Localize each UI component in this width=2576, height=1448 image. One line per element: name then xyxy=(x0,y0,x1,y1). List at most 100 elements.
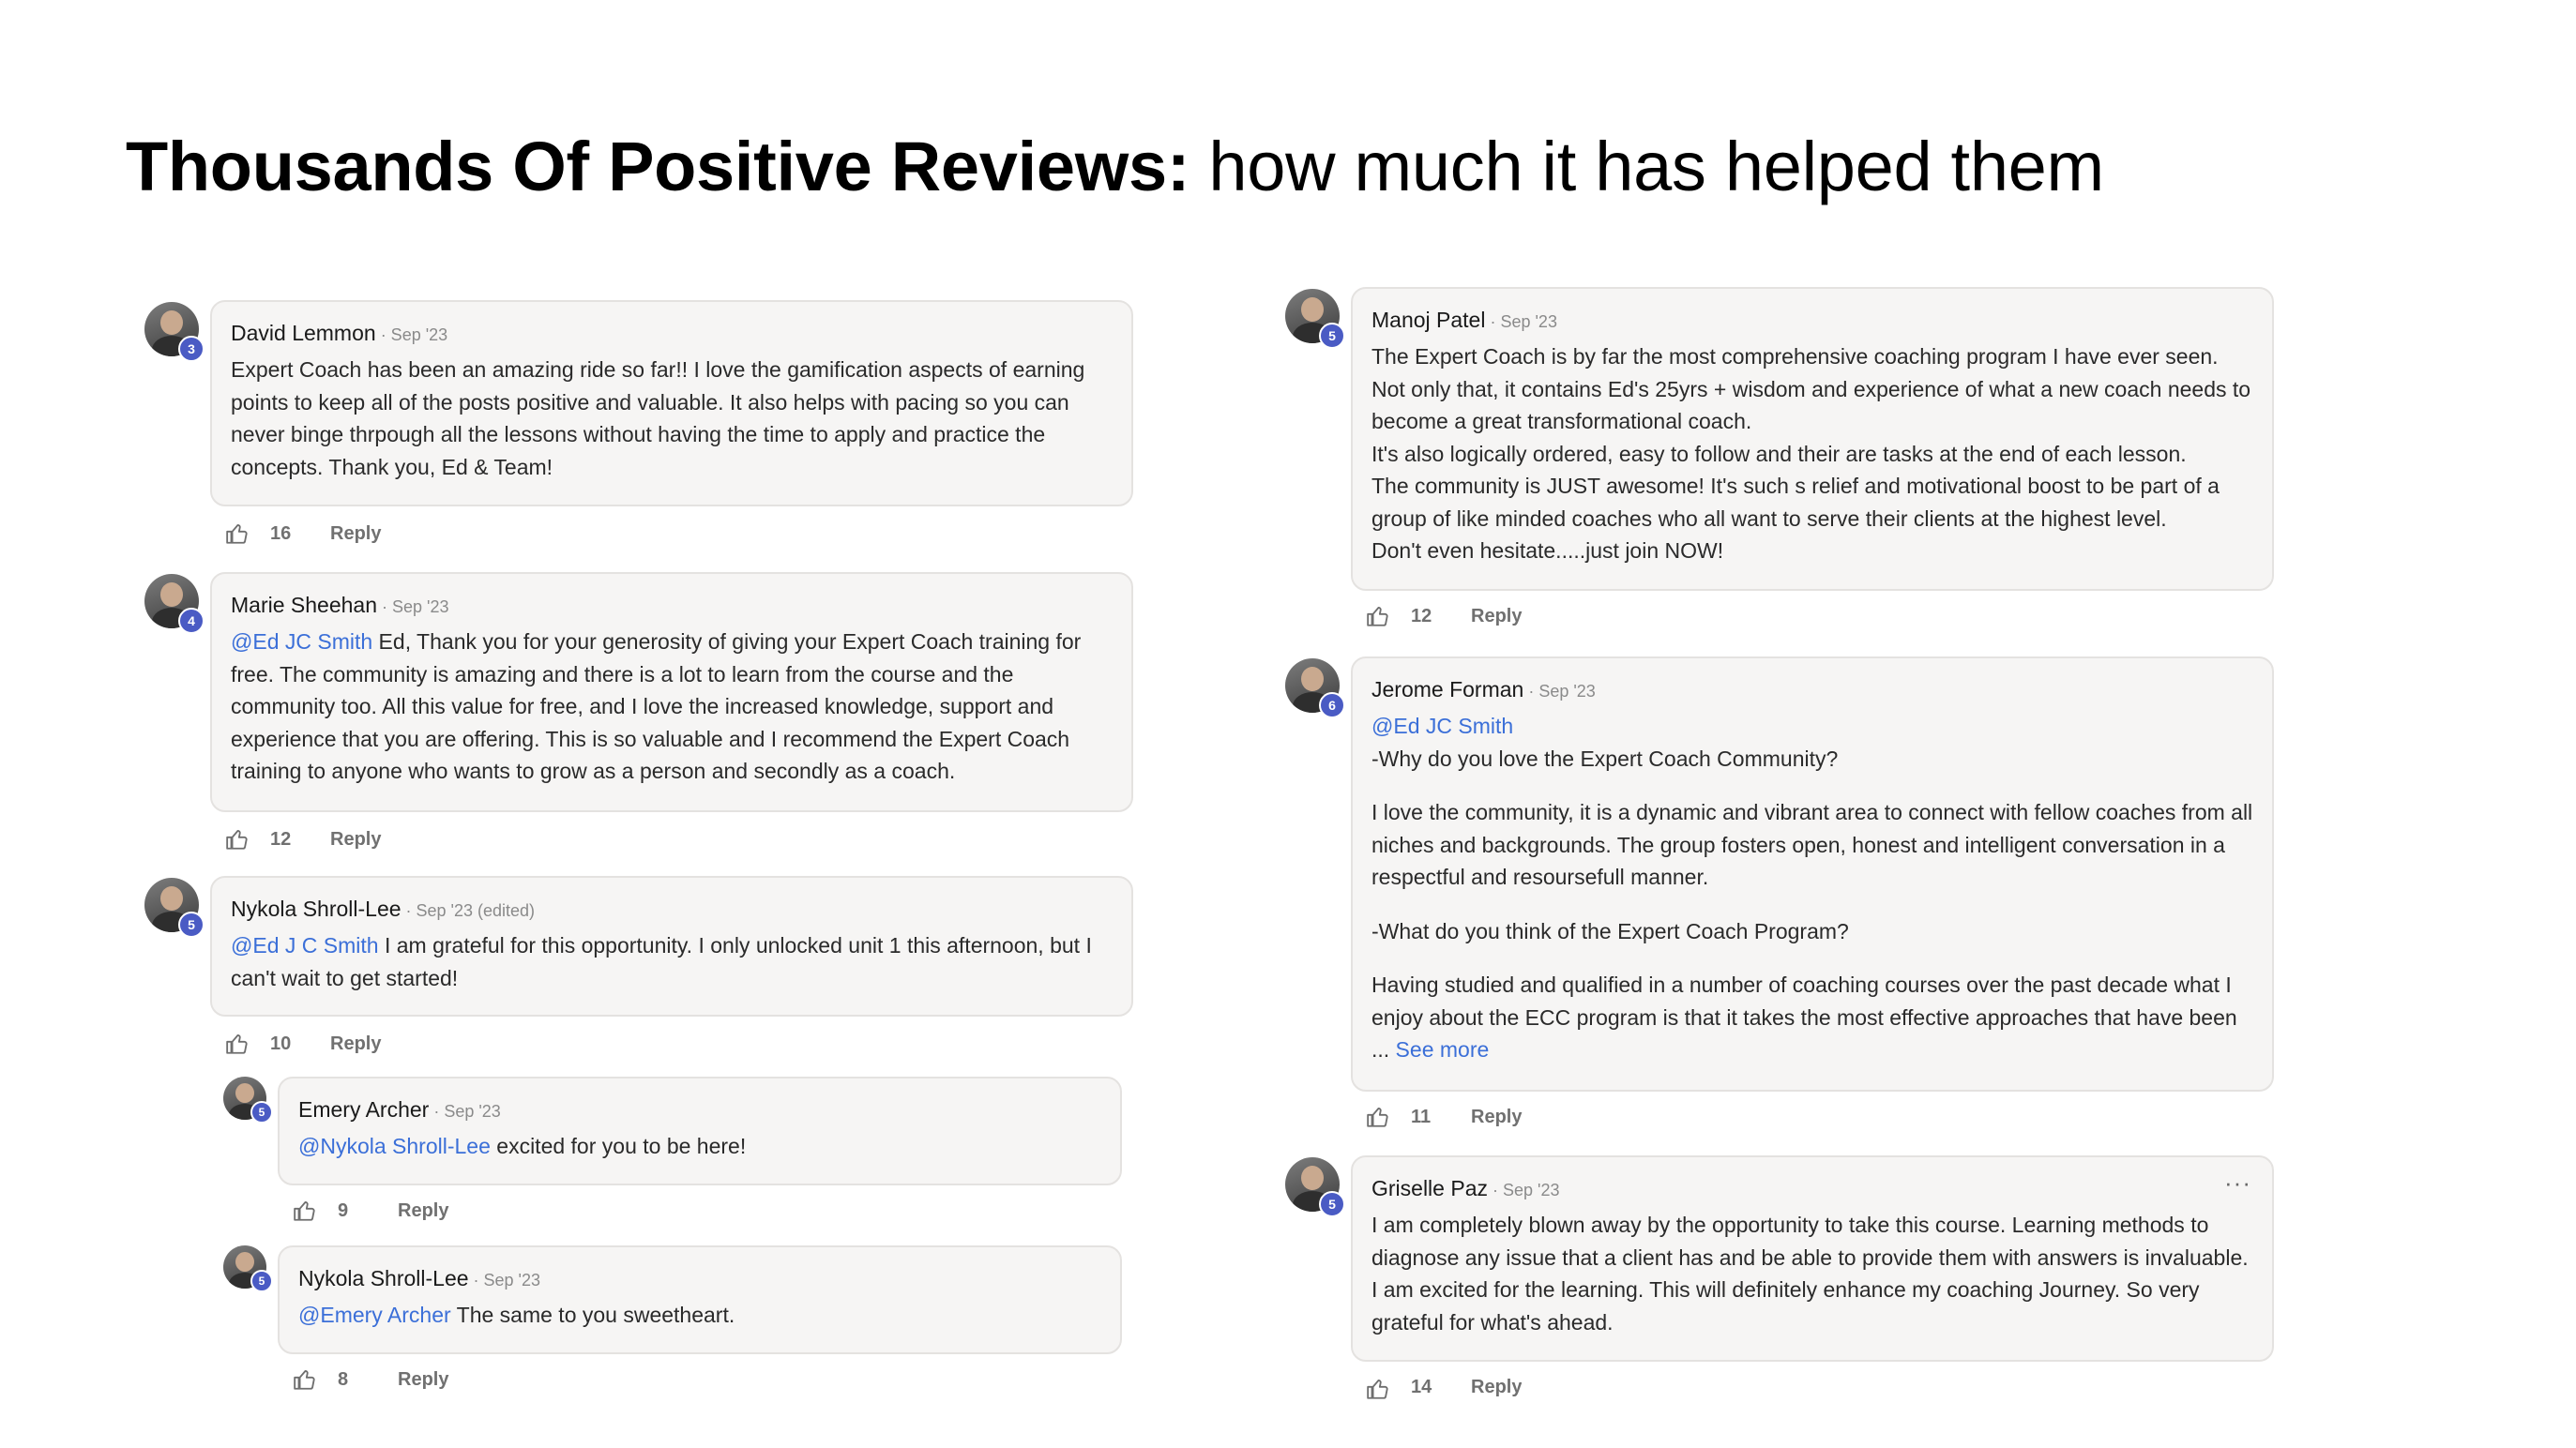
reply-button[interactable]: Reply xyxy=(398,1200,448,1222)
author-name[interactable]: Nykola Shroll-Lee xyxy=(231,897,402,921)
reply-button[interactable]: Reply xyxy=(330,523,381,545)
comment-text: Expert Coach has been an amazing ride so… xyxy=(231,354,1113,483)
comment-text: @Nykola Shroll-Lee excited for you to be… xyxy=(298,1130,1101,1163)
avatar[interactable]: 6 xyxy=(1285,658,1345,718)
avatar[interactable]: 4 xyxy=(144,574,205,634)
like-count: 16 xyxy=(270,522,292,544)
page-title-rest: how much it has helped them xyxy=(1190,128,2104,205)
mention-link[interactable]: @Ed J C Smith xyxy=(231,933,379,958)
comment-paragraph: The same to you sweetheart. xyxy=(450,1303,735,1327)
thumbs-up-icon[interactable] xyxy=(225,1032,250,1056)
avatar[interactable]: 5 xyxy=(144,878,205,938)
author-name[interactable]: Griselle Paz xyxy=(1371,1176,1488,1200)
reply-button[interactable]: Reply xyxy=(1471,606,1522,627)
comment-paragraph: excited for you to be here! xyxy=(490,1134,747,1158)
level-badge: 5 xyxy=(178,912,205,938)
comment-text: @Ed J C Smith I am grateful for this opp… xyxy=(231,929,1113,994)
comment-bubble: Jerome Forman · Sep '23 @Ed JC Smith -Wh… xyxy=(1351,656,2274,1092)
mention-link[interactable]: @Ed JC Smith xyxy=(1371,714,1513,738)
comment-date: · Sep '23 xyxy=(429,1102,501,1121)
comment-actions: 16 Reply xyxy=(225,521,381,546)
comment-actions: 14 Reply xyxy=(1366,1377,1522,1399)
thumbs-up-icon[interactable] xyxy=(293,1367,317,1392)
see-more-link[interactable]: See more xyxy=(1389,1037,1490,1062)
mention-link[interactable]: @Nykola Shroll-Lee xyxy=(298,1134,491,1158)
thumbs-up-icon[interactable] xyxy=(1366,1105,1390,1129)
reply-button[interactable]: Reply xyxy=(330,829,381,851)
thumbs-up-icon[interactable] xyxy=(293,1199,317,1223)
level-badge: 4 xyxy=(178,608,205,634)
comment-text: I am completely blown away by the opport… xyxy=(1371,1209,2253,1338)
comment-actions: 12 Reply xyxy=(225,827,381,852)
avatar[interactable]: 5 xyxy=(223,1077,273,1124)
comment-date: · Sep '23 xyxy=(377,597,449,616)
page-title: Thousands Of Positive Reviews: how much … xyxy=(126,120,2104,214)
avatar[interactable]: 3 xyxy=(144,302,205,362)
comment-text: @Ed JC Smith -Why do you love the Expert… xyxy=(1371,710,2253,1066)
level-badge: 5 xyxy=(1319,1191,1345,1217)
like-count: 8 xyxy=(338,1368,349,1390)
level-badge: 3 xyxy=(178,336,205,362)
comment-actions: 12 Reply xyxy=(1366,604,1522,628)
more-options-icon[interactable]: ··· xyxy=(2224,1170,2251,1195)
level-badge: 5 xyxy=(250,1101,273,1124)
reply-button[interactable]: Reply xyxy=(1471,1377,1522,1398)
comment-date: · Sep '23 xyxy=(1487,1181,1560,1199)
comment-bubble: David Lemmon · Sep '23 Expert Coach has … xyxy=(210,300,1133,506)
thumbs-up-icon[interactable] xyxy=(1366,604,1390,628)
comment-text: @Ed JC Smith Ed, Thank you for your gene… xyxy=(231,626,1113,788)
page-title-bold: Thousands Of Positive Reviews: xyxy=(126,128,1190,205)
avatar[interactable]: 5 xyxy=(1285,1157,1345,1217)
author-name[interactable]: Marie Sheehan xyxy=(231,593,377,617)
reply-button[interactable]: Reply xyxy=(330,1033,381,1055)
level-badge: 5 xyxy=(250,1270,273,1292)
comment-date: · Sep '23 (edited) xyxy=(401,901,536,920)
comment-text: The Expert Coach is by far the most comp… xyxy=(1371,340,2253,567)
comment-bubble: Emery Archer · Sep '23 @Nykola Shroll-Le… xyxy=(278,1077,1122,1185)
author-name[interactable]: Emery Archer xyxy=(298,1097,429,1122)
comment-date: · Sep '23 xyxy=(1523,682,1596,701)
like-count: 12 xyxy=(270,828,292,850)
question-line: -Why do you love the Expert Coach Commun… xyxy=(1371,746,1839,771)
level-badge: 6 xyxy=(1319,692,1345,718)
like-count: 14 xyxy=(1411,1377,1432,1397)
comment-bubble: Nykola Shroll-Lee · Sep '23 (edited) @Ed… xyxy=(210,876,1133,1017)
author-name[interactable]: David Lemmon xyxy=(231,321,376,345)
comment-actions: 8 Reply xyxy=(293,1367,448,1392)
mention-link[interactable]: @Ed JC Smith xyxy=(231,629,372,654)
question-line: -What do you think of the Expert Coach P… xyxy=(1371,918,1849,943)
comment-paragraph: Expert Coach has been an amazing ride so… xyxy=(231,357,1085,479)
comment-paragraph: I am completely blown away by the opport… xyxy=(1371,1213,2249,1335)
avatar[interactable]: 5 xyxy=(223,1245,273,1292)
comment-bubble: Manoj Patel · Sep '23 The Expert Coach i… xyxy=(1351,287,2274,591)
comment-date: · Sep '23 xyxy=(1485,312,1557,331)
author-name[interactable]: Nykola Shroll-Lee xyxy=(298,1266,469,1290)
comment-date: · Sep '23 xyxy=(468,1271,541,1290)
comment-paragraph: It's also logically ordered, easy to fol… xyxy=(1371,441,2187,466)
thumbs-up-icon[interactable] xyxy=(225,827,250,852)
like-count: 9 xyxy=(338,1199,349,1221)
reply-button[interactable]: Reply xyxy=(398,1369,448,1391)
comment-paragraph: Don't even hesitate.....just join NOW! xyxy=(1371,538,1724,563)
mention-link[interactable]: @Emery Archer xyxy=(298,1303,451,1327)
comment-paragraph: Having studied and qualified in a number… xyxy=(1371,973,2237,1062)
reply-button[interactable]: Reply xyxy=(1471,1107,1522,1128)
comment-bubble: Marie Sheehan · Sep '23 @Ed JC Smith Ed,… xyxy=(210,572,1133,812)
comment-bubble: Nykola Shroll-Lee · Sep '23 @Emery Arche… xyxy=(278,1245,1122,1354)
avatar[interactable]: 5 xyxy=(1285,289,1345,349)
author-name[interactable]: Manoj Patel xyxy=(1371,308,1485,332)
author-name[interactable]: Jerome Forman xyxy=(1371,677,1523,701)
comment-date: · Sep '23 xyxy=(375,325,448,344)
comment-bubble: ··· Griselle Paz · Sep '23 I am complete… xyxy=(1351,1155,2274,1362)
comment-actions: 9 Reply xyxy=(293,1199,448,1223)
comment-paragraph: The community is JUST awesome! It's such… xyxy=(1371,474,2220,531)
thumbs-up-icon[interactable] xyxy=(225,521,250,546)
thumbs-up-icon[interactable] xyxy=(1366,1377,1390,1399)
like-count: 10 xyxy=(270,1033,292,1054)
comment-paragraph: I love the community, it is a dynamic an… xyxy=(1371,800,2253,889)
comment-actions: 11 Reply xyxy=(1366,1105,1522,1129)
like-count: 12 xyxy=(1411,605,1432,626)
comment-text: @Emery Archer The same to you sweetheart… xyxy=(298,1299,1101,1332)
level-badge: 5 xyxy=(1319,323,1345,349)
comment-paragraph: The Expert Coach is by far the most comp… xyxy=(1371,344,2251,433)
